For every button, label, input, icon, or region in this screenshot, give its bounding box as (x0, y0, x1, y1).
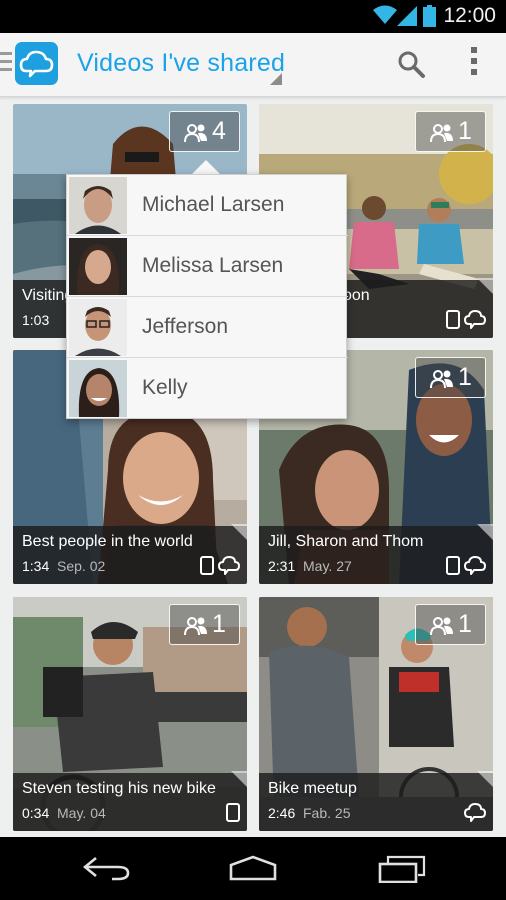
video-title: Best people in the world (22, 533, 193, 550)
status-bar: 12:00 (0, 0, 506, 33)
shared-person-row[interactable]: Melissa Larsen (67, 236, 348, 297)
person-name: Jefferson (142, 315, 228, 338)
video-duration: 0:34 (22, 805, 50, 821)
signal-icon (397, 6, 417, 26)
people-icon (430, 617, 453, 636)
popup-pointer (192, 160, 220, 174)
share-count-badge[interactable]: 1 (415, 604, 486, 645)
share-count: 1 (212, 610, 226, 638)
video-date: May. 27 (303, 558, 352, 574)
share-count: 1 (458, 117, 472, 145)
dropdown-caret-icon[interactable] (270, 73, 282, 85)
phone-icon (446, 556, 460, 575)
cloud-sync-icon (464, 310, 486, 329)
people-icon (184, 124, 207, 143)
shared-person-row[interactable]: Kelly (67, 358, 348, 419)
system-nav-bar (0, 837, 506, 900)
video-title: Bike meetup (268, 780, 357, 797)
video-duration: 1:34 (22, 558, 50, 574)
video-date: Sep. 02 (57, 558, 106, 574)
corner-fold (231, 524, 247, 540)
battery-icon (423, 5, 436, 27)
avatar (69, 177, 127, 234)
home-icon[interactable] (228, 855, 278, 881)
share-count: 1 (458, 363, 472, 391)
cloud-sync-icon (464, 803, 486, 822)
video-duration: 2:31 (268, 558, 296, 574)
person-name: Melissa Larsen (142, 254, 284, 277)
search-icon[interactable] (396, 49, 428, 81)
corner-fold (231, 771, 247, 787)
avatar (69, 299, 127, 356)
person-name: Kelly (142, 376, 188, 399)
shared-person-row[interactable]: Michael Larsen (67, 175, 348, 236)
video-card[interactable]: 1 Bike meetup 2:46 Fab. 25 (259, 597, 493, 831)
people-icon (430, 124, 453, 143)
share-count-badge[interactable]: 4 (169, 111, 240, 152)
video-title: Steven testing his new bike (22, 780, 216, 797)
cloud-logo-icon (19, 50, 54, 78)
video-duration: 2:46 (268, 805, 296, 821)
up-indicator[interactable] (0, 52, 12, 76)
wifi-icon (373, 5, 397, 24)
video-date: May. 04 (57, 805, 106, 821)
app-logo[interactable] (15, 42, 58, 85)
share-count: 1 (458, 610, 472, 638)
corner-fold (477, 524, 493, 540)
action-bar: Videos I've shared (0, 33, 506, 97)
phone-icon (200, 556, 214, 575)
corner-fold (477, 278, 493, 294)
cloud-sync-icon (464, 556, 486, 575)
phone-icon (226, 803, 240, 822)
video-date: Fab. 25 (303, 805, 351, 821)
people-icon (184, 617, 207, 636)
page-title[interactable]: Videos I've shared (77, 49, 285, 78)
share-count-badge[interactable]: 1 (169, 604, 240, 645)
recents-icon[interactable] (378, 855, 426, 883)
video-card[interactable]: 1 Steven testing his new bike 0:34 May. … (13, 597, 247, 831)
video-title: Jill, Sharon and Thom (268, 533, 424, 550)
people-icon (430, 370, 453, 389)
share-count-badge[interactable]: 1 (415, 357, 486, 398)
clock: 12:00 (443, 4, 496, 27)
video-duration: 1:03 (22, 312, 50, 328)
share-count: 4 (212, 117, 226, 145)
shared-with-popup: Michael Larsen Melissa Larsen Jefferson … (66, 174, 348, 419)
avatar (69, 360, 127, 417)
phone-icon (446, 310, 460, 329)
avatar (69, 238, 127, 295)
overflow-menu-icon[interactable] (464, 47, 484, 81)
shared-person-row[interactable]: Jefferson (67, 297, 348, 358)
back-icon[interactable] (82, 855, 130, 881)
cloud-sync-icon (218, 556, 240, 575)
person-name: Michael Larsen (142, 193, 285, 216)
corner-fold (477, 771, 493, 787)
share-count-badge[interactable]: 1 (415, 111, 486, 152)
